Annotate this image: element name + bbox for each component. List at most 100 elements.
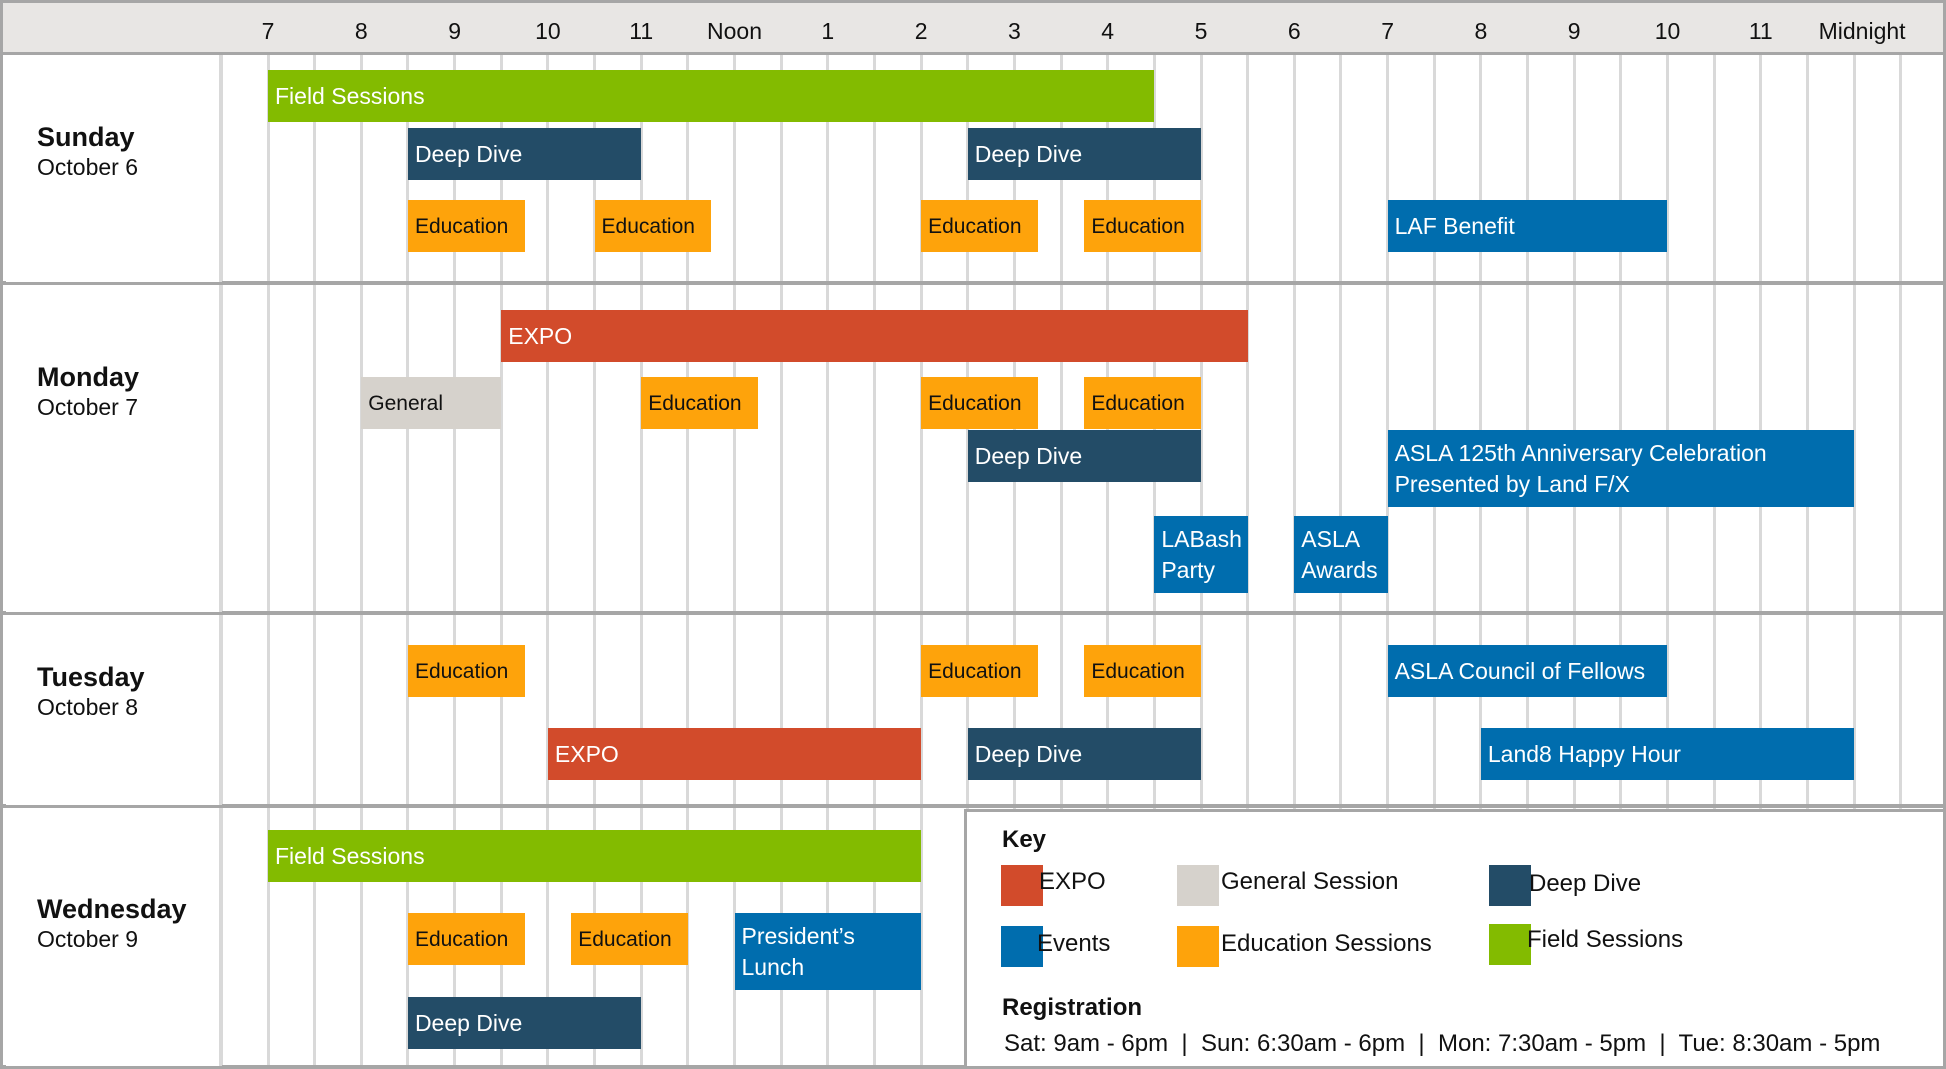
event-bar-field[interactable]: Field Sessions	[268, 830, 922, 882]
event-bar-deepdive[interactable]: Deep Dive	[407, 128, 642, 180]
legend-title: Key	[1002, 826, 1047, 853]
event-bar-events[interactable]: President’s Lunch	[734, 913, 922, 990]
day-name: Tuesday	[37, 662, 145, 692]
gridline	[499, 615, 503, 805]
event-bar-events[interactable]: LAF Benefit	[1387, 200, 1668, 252]
gridline	[1432, 615, 1436, 805]
gridline	[359, 285, 363, 612]
label-column-divider	[219, 808, 222, 1066]
gridline	[1899, 55, 1903, 282]
day-name: Wednesday	[37, 894, 187, 924]
gridline	[1246, 55, 1250, 282]
event-bar-education[interactable]: Education	[407, 200, 525, 252]
x-tick-label: 4	[1101, 18, 1115, 44]
day-name: Monday	[37, 362, 140, 392]
label-column-divider	[219, 615, 222, 805]
gridline	[1292, 615, 1296, 805]
gridline	[266, 285, 270, 612]
gridline	[313, 615, 317, 805]
gridline	[359, 615, 363, 805]
event-bar-deepdive[interactable]: Deep Dive	[407, 997, 642, 1049]
legend-swatch-education	[1177, 926, 1219, 967]
x-tick-label: 2	[914, 18, 928, 44]
x-tick-label: 10	[1654, 18, 1681, 44]
day-date: October 8	[37, 694, 138, 720]
legend-panel: Key EXPO General Session Deep Dive Events Ed…	[964, 809, 1946, 1069]
event-bar-events[interactable]: Land8 Happy Hour	[1480, 728, 1855, 780]
x-tick-label: 9	[1567, 18, 1581, 44]
gridline	[406, 285, 410, 612]
event-bar-education[interactable]: Education	[1084, 200, 1201, 252]
event-bar-expo[interactable]: EXPO	[547, 728, 922, 780]
event-bar-events[interactable]: ASLA Council of Fellows	[1387, 645, 1668, 697]
x-tick-label: 10	[535, 18, 561, 44]
x-tick-label: 8	[354, 18, 368, 44]
x-tick-label: 7	[261, 18, 275, 44]
x-tick-label: Noon	[707, 18, 762, 44]
registration-hours: Sat: 9am - 6pm | Sun: 6:30am - 6pm | Mon…	[1004, 1030, 1881, 1057]
gridline	[1386, 615, 1390, 805]
event-bar-education[interactable]: Education	[921, 200, 1038, 252]
gridline	[1339, 615, 1343, 805]
x-tick-label: 6	[1287, 18, 1301, 44]
day-date: October 7	[37, 394, 138, 420]
label-column-divider	[219, 55, 222, 282]
event-bar-general[interactable]: General	[361, 377, 502, 429]
legend-label-general: General Session	[1221, 868, 1399, 895]
event-bar-education[interactable]: Education	[571, 913, 688, 965]
day-label-cell	[6, 285, 222, 612]
legend-swatch-field	[1489, 924, 1531, 965]
day-date: October 9	[37, 926, 138, 952]
gridline	[1899, 285, 1903, 612]
legend-label-education: Education Sessions	[1221, 930, 1432, 957]
day-row-sunday: Sunday October 6 Field Sessions Deep Dive De…	[0, 55, 1946, 285]
x-tick-label: 8	[1474, 18, 1488, 44]
event-bar-deepdive[interactable]: Deep Dive	[967, 430, 1201, 482]
legend-label-events: Events	[1037, 930, 1111, 957]
gridline	[1899, 615, 1903, 805]
legend-label-deepdive: Deep Dive	[1529, 870, 1642, 897]
x-tick-label: 3	[1007, 18, 1021, 44]
x-tick-label: 1	[821, 18, 835, 44]
event-bar-education[interactable]: Education	[594, 200, 712, 252]
event-bar-education[interactable]: Education	[641, 377, 758, 429]
day-row-monday: Monday October 7 EXPO General Education Educa…	[0, 285, 1946, 615]
gridline	[453, 285, 457, 612]
event-bar-deepdive[interactable]: Deep Dive	[967, 728, 1201, 780]
event-bar-education[interactable]: Education	[921, 377, 1038, 429]
conference-schedule-chart: 7 8 9 10 11 Noon 1 2 3 4 5 6 7 8 9 10 11 Midnight Sunday O…	[0, 0, 1946, 1069]
day-date: October 6	[37, 154, 138, 180]
registration-title: Registration	[1002, 994, 1143, 1021]
legend-label-field: Field Sessions	[1527, 926, 1684, 953]
event-bar-education[interactable]: Education	[921, 645, 1038, 697]
legend-label-expo: EXPO	[1039, 868, 1106, 895]
gridline	[1246, 615, 1250, 805]
day-name: Sunday	[37, 122, 135, 152]
gridline	[266, 615, 270, 805]
day-row-tuesday: Tuesday October 8 Education Education Educat…	[0, 615, 1946, 808]
legend-swatch-expo	[1001, 865, 1043, 906]
event-bar-education[interactable]: Education	[1084, 377, 1201, 429]
event-bar-field[interactable]: Field Sessions	[268, 70, 1155, 122]
event-bar-events[interactable]: LABash Party	[1154, 516, 1248, 593]
gridline	[313, 285, 317, 612]
gridline	[1852, 55, 1856, 282]
gridline	[406, 615, 410, 805]
event-bar-events[interactable]: ASLA Awards	[1294, 516, 1388, 593]
event-bar-expo[interactable]: EXPO	[501, 310, 1248, 362]
legend-swatch-deepdive	[1489, 865, 1531, 906]
gridline	[1712, 55, 1716, 282]
x-tick-label: 7	[1381, 18, 1394, 44]
x-tick-label: 11	[629, 18, 654, 44]
event-bar-events[interactable]: ASLA 125th Anniversary Celebration Prese…	[1387, 430, 1855, 507]
event-bar-education[interactable]: Education	[1084, 645, 1201, 697]
x-tick-label: 5	[1194, 18, 1208, 44]
event-bar-education[interactable]: Education	[407, 913, 525, 965]
event-bar-education[interactable]: Education	[407, 645, 525, 697]
event-bar-deepdive[interactable]: Deep Dive	[967, 128, 1201, 180]
x-tick-label: Midnight	[1818, 18, 1906, 44]
x-tick-label: 9	[448, 18, 461, 44]
label-column-divider	[219, 285, 222, 612]
gridline	[1339, 55, 1343, 282]
legend-swatch-general	[1177, 865, 1219, 906]
